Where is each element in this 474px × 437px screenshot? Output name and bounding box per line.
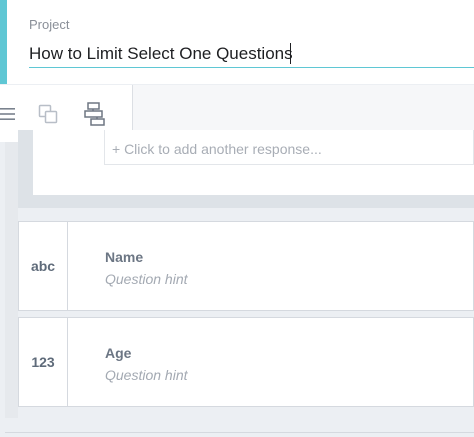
skip-logic-button[interactable] (80, 99, 110, 129)
duplicate-button[interactable] (33, 99, 63, 129)
copy-icon (38, 104, 58, 124)
question-list-gutter (5, 142, 18, 418)
menu-icon (0, 108, 15, 120)
question-type-badge: abc (19, 222, 68, 310)
question-hint[interactable]: Question hint (105, 271, 188, 287)
question-type-badge: 123 (19, 318, 68, 406)
list-divider (5, 432, 474, 433)
project-title-input[interactable] (29, 40, 474, 68)
question-row[interactable]: abc Name Question hint (18, 221, 474, 311)
logic-flow-icon (84, 102, 105, 126)
project-header: Project (0, 0, 474, 84)
question-row[interactable]: 123 Age Question hint (18, 317, 474, 407)
project-label: Project (29, 17, 70, 32)
question-hint[interactable]: Question hint (105, 367, 188, 383)
menu-button[interactable] (0, 99, 22, 129)
question-label[interactable]: Age (105, 345, 131, 361)
accent-bar (0, 0, 7, 84)
question-label[interactable]: Name (105, 249, 143, 265)
add-response-button[interactable]: + Click to add another response... (104, 130, 474, 165)
text-caret (290, 43, 291, 64)
